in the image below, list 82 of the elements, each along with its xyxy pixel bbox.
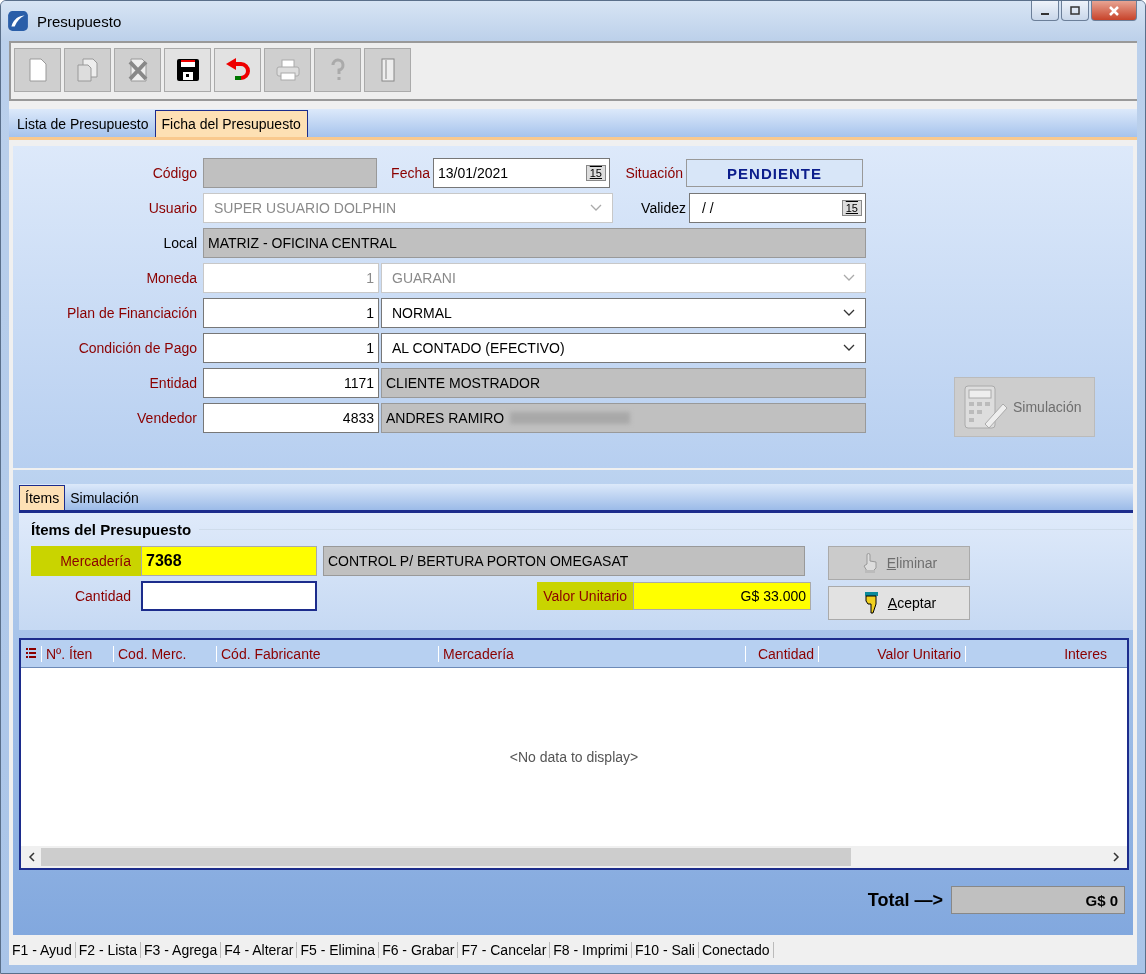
- calendar-icon[interactable]: 15: [841, 200, 862, 216]
- minimize-icon: [1041, 12, 1049, 15]
- status-item: F7 - Cancelar: [458, 942, 551, 958]
- status-item: F5 - Elimina: [297, 942, 380, 958]
- field-label: Vendedor: [136, 410, 198, 426]
- product-name-field[interactable]: CONTROL P/ BERTURA PORTON OMEGASAT: [323, 546, 805, 576]
- tab[interactable]: Simulación: [65, 485, 144, 510]
- horizontal-scrollbar[interactable]: [21, 846, 1127, 868]
- field-label: Valor Unitario: [537, 582, 633, 610]
- column-header[interactable]: Mercadería: [438, 645, 745, 662]
- scrollbar-thumb[interactable]: [41, 848, 852, 866]
- app-icon: [7, 10, 29, 32]
- chevron-down-icon: [843, 344, 855, 352]
- calendar-icon[interactable]: 15: [585, 165, 606, 181]
- tab[interactable]: Ficha del Presupuesto: [154, 110, 308, 137]
- empty-message: <No data to display>: [509, 749, 639, 765]
- chevron-down-icon: [843, 274, 855, 282]
- document-icon: [26, 57, 49, 83]
- quantity-field[interactable]: [141, 581, 317, 611]
- status-item: F2 - Lista: [75, 942, 142, 958]
- field-label: Fecha: [390, 165, 431, 181]
- location-field[interactable]: MATRIZ - OFICINA CENTRAL: [203, 228, 866, 258]
- scroll-left-icon[interactable]: [27, 852, 37, 862]
- field-label: Entidad: [148, 375, 198, 391]
- field-label: Condición de Pago: [77, 340, 198, 356]
- status-item: F4 - Alterar: [221, 942, 298, 958]
- code-field[interactable]: 1171: [203, 368, 379, 398]
- code-field[interactable]: 1: [203, 333, 379, 363]
- name-field[interactable]: ANDRES RAMIRO: [381, 403, 866, 433]
- chevron-down-icon: [590, 204, 602, 212]
- status-item: F6 - Grabar: [379, 942, 459, 958]
- field-label: Situación: [624, 165, 684, 181]
- dropdown[interactable]: AL CONTADO (EFECTIVO): [381, 333, 866, 363]
- unit-price-field[interactable]: G$ 33.000: [633, 582, 811, 610]
- field-label: Plan de Financiación: [66, 305, 198, 321]
- total-field: G$ 0: [951, 886, 1125, 914]
- window-title: Presupuesto: [37, 12, 122, 30]
- tab[interactable]: Ítems: [19, 485, 66, 510]
- close-button[interactable]: [1091, 1, 1137, 21]
- status-item: F8 - Imprimi: [550, 942, 632, 958]
- printer-icon: [274, 58, 301, 82]
- dropdown[interactable]: NORMAL: [381, 298, 866, 328]
- status-item: F10 - Sali: [631, 942, 699, 958]
- action-button[interactable]: Aceptar: [828, 586, 970, 620]
- code-field[interactable]: [203, 158, 377, 188]
- chevron-down-icon: [843, 309, 855, 317]
- section-title: Ítems del Presupuesto: [31, 521, 192, 538]
- status-item: F1 - Ayud: [9, 942, 76, 958]
- field-label: Moneda: [145, 270, 198, 286]
- column-header[interactable]: Nº. Íten: [41, 645, 113, 662]
- toolbar-button[interactable]: [164, 48, 211, 92]
- date-field[interactable]: / / 15: [689, 193, 866, 223]
- code-field[interactable]: 1: [203, 298, 379, 328]
- column-header[interactable]: Cantidad: [745, 645, 818, 662]
- minimize-button[interactable]: [1031, 1, 1059, 21]
- scroll-right-icon[interactable]: [1111, 852, 1121, 862]
- undo-icon: [224, 58, 251, 82]
- field-label: Validez: [640, 200, 687, 216]
- tab[interactable]: Lista de Presupuesto: [11, 110, 155, 137]
- product-code-field[interactable]: 7368: [141, 546, 317, 576]
- field-label: Cantidad: [73, 587, 132, 606]
- maximize-icon: [1069, 5, 1081, 16]
- field-label: Mercadería: [31, 546, 141, 576]
- date-field[interactable]: 13/01/2021 15: [433, 158, 610, 188]
- field-label: Código: [151, 165, 198, 181]
- column-header[interactable]: Valor Unitario: [818, 645, 965, 662]
- door-icon: [378, 57, 397, 83]
- column-header[interactable]: Interes: [965, 645, 1111, 662]
- status-item: F3 - Agrega: [141, 942, 222, 958]
- column-header[interactable]: Cód. Fabricante: [216, 645, 438, 662]
- maximize-button[interactable]: [1061, 1, 1089, 21]
- code-field[interactable]: 4833: [203, 403, 379, 433]
- total-label: Total —>: [867, 889, 943, 911]
- field-label: Local: [162, 235, 198, 251]
- documents-icon: [74, 57, 101, 83]
- column-header[interactable]: Cod. Merc.: [113, 645, 216, 662]
- field-label: Usuario: [147, 200, 198, 216]
- close-icon: [1107, 4, 1121, 17]
- save-icon: [175, 58, 200, 82]
- status-item: Conectado: [698, 942, 774, 958]
- status-display: PENDIENTE: [686, 159, 863, 187]
- name-field[interactable]: CLIENTE MOSTRADOR: [381, 368, 866, 398]
